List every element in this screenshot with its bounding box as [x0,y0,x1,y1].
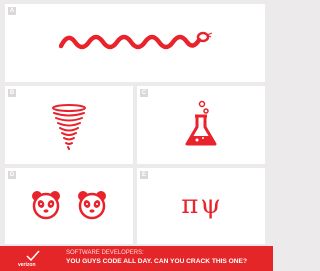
panda-face-icon [32,191,60,220]
banner-subtitle: SOFTWARE DEVELOPERS: [66,250,144,256]
puzzle-panel-e: E πψ [137,168,265,244]
panel-letter-b: B [8,89,16,97]
banner-headline: YOU GUYS CODE ALL DAY. CAN YOU CRACK THI… [66,258,247,265]
snake-icon [59,31,213,50]
panda-face-icon [78,191,106,220]
logo-wordmark: verizon [18,262,36,268]
panel-letter-a: A [8,7,16,15]
puzzle-panel-d: D [5,168,133,244]
verizon-logo: verizon [18,250,48,268]
panel-letter-c: C [140,89,148,97]
panel-letter-d: D [8,171,16,179]
flask-icon [185,100,217,146]
tornado-icon [52,104,86,150]
rebus-puzzle-grid: A B C D E πψ [5,4,265,244]
puzzle-panel-c: C [137,86,265,164]
checkmark-icon [26,250,40,261]
ad-banner[interactable]: verizon SOFTWARE DEVELOPERS: YOU GUYS CO… [0,246,273,271]
ad-image: A B C D E πψ verizon SOFTWARE DEVELOPERS… [0,0,273,271]
panel-letter-e: E [140,171,148,179]
pi-psi-symbols: πψ [181,190,223,220]
puzzle-panel-a: A [5,4,265,82]
puzzle-panel-b: B [5,86,133,164]
